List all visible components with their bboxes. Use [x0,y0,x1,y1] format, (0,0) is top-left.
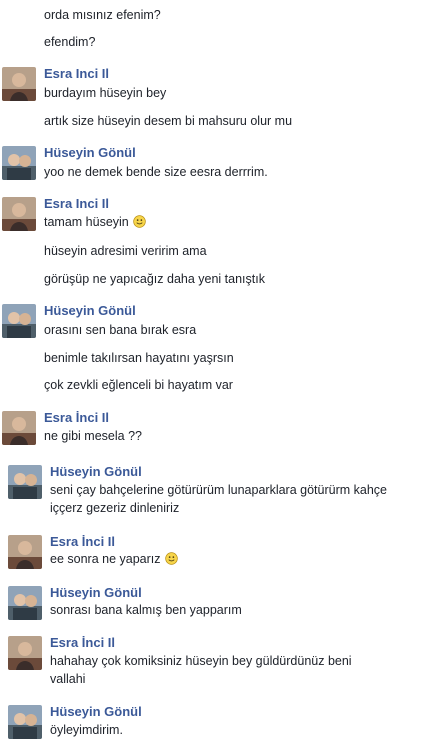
message-text: efendim? [44,35,96,49]
sender-name[interactable]: Hüseyin Gönül [44,145,136,160]
message-text: tamam hüseyin [44,215,129,229]
sender-name[interactable]: Hüseyin Gönül [50,585,142,600]
avatar[interactable] [8,636,42,670]
smiley-icon [133,215,146,228]
message-text: görüşüp ne yapıcağız daha yeni tanıştık [44,272,265,286]
message-text: hahahay çok komiksiniz hüseyin bey güldü… [50,654,352,686]
avatar[interactable] [2,197,36,231]
sender-name[interactable]: Esra İnci Il [50,534,115,549]
message-text: çok zevkli eğlenceli bi hayatım var [44,378,233,392]
message-text: öyleyimdirim. [50,723,123,737]
message-text: yoo ne demek bende size eesra derrrim. [44,165,268,179]
message-text: artık size hüseyin desem bi mahsuru olur… [44,114,293,128]
message-text: tamam hüseyin [44,213,404,231]
message-text: sonrası bana kalmış ben yapparım [50,603,242,617]
sender-name[interactable]: Esra İnci Il [50,635,115,650]
message-text: ee sonra ne yaparız [50,552,161,566]
avatar[interactable] [2,67,36,101]
avatar[interactable] [8,705,42,739]
avatar[interactable] [8,465,42,499]
message-text: hüseyin adresimi veririm ama [44,244,207,258]
avatar[interactable] [2,146,36,180]
message-text: burdayım hüseyin bey [44,86,167,100]
avatar[interactable] [2,304,36,338]
message-text: orasını sen bana bırak esra [44,323,197,337]
avatar[interactable] [2,411,36,445]
message-text: benimle takılırsan hayatını yaşrsın [44,351,234,365]
message-text: seni çay bahçelerine götürürüm lunaparkl… [50,483,387,515]
message-text: ee sonra ne yaparız [50,550,410,568]
message-text: orda mısınız efenim? [44,8,161,22]
avatar[interactable] [8,586,42,620]
message-text: ne gibi mesela ?? [44,429,142,443]
sender-name[interactable]: Esra İnci Il [44,410,109,425]
smiley-icon [165,552,178,565]
sender-name[interactable]: Hüseyin Gönül [50,704,142,719]
sender-name[interactable]: Esra Inci Il [44,66,109,81]
avatar[interactable] [8,535,42,569]
sender-name[interactable]: Hüseyin Gönül [44,303,136,318]
sender-name[interactable]: Esra Inci Il [44,196,109,211]
sender-name[interactable]: Hüseyin Gönül [50,464,142,479]
